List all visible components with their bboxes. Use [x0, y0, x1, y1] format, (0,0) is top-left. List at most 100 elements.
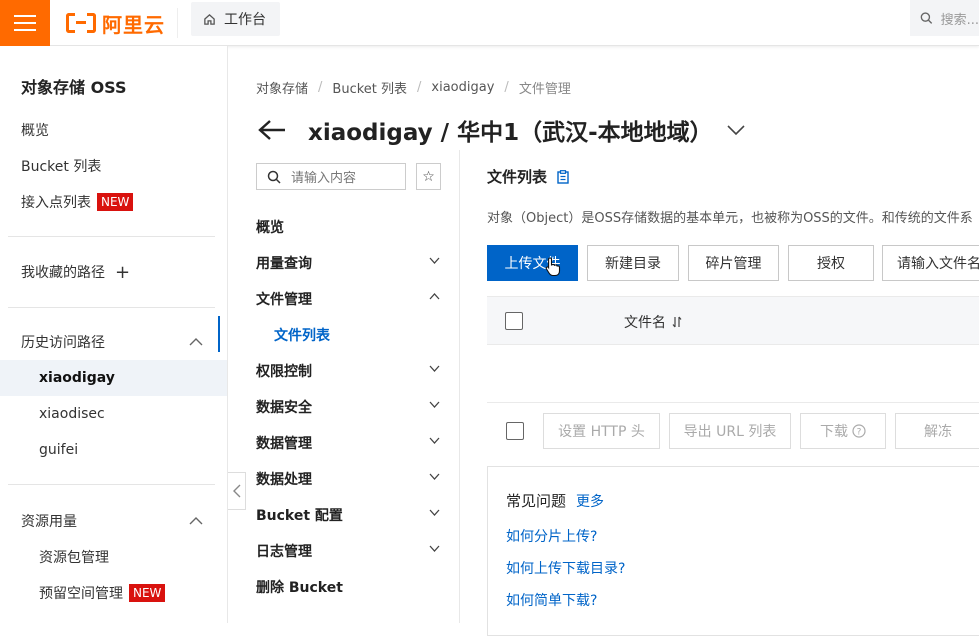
subnav-item-label: 数据安全 — [256, 400, 312, 416]
subnav-item-label: 删除 Bucket — [256, 580, 343, 596]
file-table-header: 文件名 — [487, 296, 979, 345]
resource-item-label: 资源包管理 — [39, 550, 109, 566]
breadcrumb-separator: / — [417, 80, 422, 95]
breadcrumb-item[interactable]: 对象存储 — [256, 78, 308, 97]
breadcrumb-separator: / — [504, 80, 509, 95]
subnav-item[interactable]: 删除 Bucket — [256, 572, 450, 602]
hamburger-menu-button[interactable] — [0, 0, 50, 46]
history-item-guifei[interactable]: guifei — [0, 432, 227, 468]
workbench-button[interactable]: 工作台 — [191, 2, 280, 36]
export-url-list-button[interactable]: 导出 URL 列表 — [669, 413, 791, 449]
sidebar-item-favorites[interactable]: 我收藏的路径 + — [0, 254, 227, 290]
subnav-item-label: Bucket 配置 — [256, 508, 343, 524]
new-badge: NEW — [129, 584, 166, 602]
faq-more-link[interactable]: 更多 — [576, 491, 604, 511]
subnav-item-label: 用量查询 — [256, 256, 312, 272]
global-search-input[interactable]: 搜索... — [910, 0, 979, 36]
page-header: xiaodigay / 华中1（武汉-本地地域） — [258, 113, 745, 147]
sort-icon[interactable] — [672, 316, 682, 328]
sidebar-item-label: 我收藏的路径 — [21, 265, 105, 281]
bulk-select-checkbox[interactable] — [506, 422, 524, 440]
chevron-down-icon — [429, 509, 440, 516]
sidebar-item-label: 概览 — [21, 123, 49, 139]
history-item-label: xiaodisec — [39, 406, 105, 422]
document-icon[interactable] — [557, 169, 569, 184]
fragment-management-button[interactable]: 碎片管理 — [688, 245, 779, 281]
subnav-item[interactable]: 概览 — [256, 212, 450, 242]
faq-link[interactable]: 如何简单下载? — [506, 590, 597, 610]
section-title: 文件列表 — [487, 168, 548, 186]
subnav-item[interactable]: 数据管理 — [256, 428, 450, 458]
divider — [177, 8, 178, 38]
resource-item-package[interactable]: 资源包管理 — [0, 539, 227, 575]
help-circle-icon[interactable]: ? — [852, 424, 866, 438]
svg-text:?: ? — [857, 428, 862, 438]
sidebar-title: 对象存储 OSS — [21, 78, 127, 97]
plus-icon[interactable]: + — [115, 262, 130, 283]
hand-cursor-icon — [545, 257, 561, 277]
aliyun-logo[interactable]: 阿里云 — [66, 8, 165, 38]
subnav-item-label: 权限控制 — [256, 364, 312, 380]
subnav-item[interactable]: 用量查询 — [256, 248, 450, 278]
breadcrumb-item-current: 文件管理 — [518, 82, 571, 97]
faq-title: 常见问题 — [506, 492, 567, 510]
subnav-item-label: 数据处理 — [256, 472, 312, 488]
breadcrumb-separator: / — [318, 80, 323, 95]
divider — [8, 236, 215, 237]
sidebar-item-label: Bucket 列表 — [21, 159, 102, 175]
faq-link[interactable]: 如何上传下载目录? — [506, 558, 625, 578]
subnav-item[interactable]: 权限控制 — [256, 356, 450, 386]
set-http-header-button[interactable]: 设置 HTTP 头 — [543, 413, 660, 449]
sidebar-item-bucket-list[interactable]: Bucket 列表 — [0, 148, 227, 184]
subnav-item[interactable]: 数据处理 — [256, 464, 450, 494]
chevron-down-icon — [429, 257, 440, 264]
back-arrow-icon[interactable] — [258, 119, 286, 141]
history-item-xiaodigay[interactable]: xiaodigay — [0, 360, 227, 396]
subnav-search-placeholder: 请输入内容 — [291, 171, 357, 186]
new-directory-button[interactable]: 新建目录 — [587, 245, 679, 281]
sidebar-section-history[interactable]: 历史访问路径 — [0, 324, 227, 360]
unfreeze-button[interactable]: 解冻 — [895, 413, 979, 449]
sidebar-section-resources[interactable]: 资源用量 — [0, 503, 227, 539]
subnav-search-input[interactable]: 请输入内容 — [256, 163, 406, 190]
subnav-item-label: 文件管理 — [256, 292, 312, 308]
resource-item-reserved-space[interactable]: 预留空间管理 NEW — [0, 575, 227, 611]
sidebar-item-overview[interactable]: 概览 — [0, 112, 227, 148]
chevron-down-icon — [429, 473, 440, 480]
chevron-down-icon — [429, 401, 440, 408]
upload-file-button[interactable]: 上传文件 — [487, 245, 578, 281]
download-button[interactable]: 下载 ? — [800, 413, 886, 449]
page-title: xiaodigay / 华中1（武汉-本地地域） — [308, 120, 713, 146]
faq-link[interactable]: 如何分片上传? — [506, 526, 597, 546]
menu-line — [14, 29, 36, 31]
history-item-xiaodisec[interactable]: xiaodisec — [0, 396, 227, 432]
favorite-star-button[interactable]: ☆ — [416, 163, 441, 190]
chevron-up-icon — [189, 338, 203, 346]
subnav-item-label: 文件列表 — [274, 328, 330, 344]
sidebar-section-label: 历史访问路径 — [21, 335, 105, 351]
active-indicator — [218, 316, 220, 352]
subnav-item[interactable]: 文件列表 — [274, 320, 450, 350]
filename-search-placeholder: 请输入文件名 — [897, 256, 979, 272]
breadcrumb-item[interactable]: xiaodigay — [431, 80, 494, 95]
star-icon: ☆ — [422, 168, 435, 185]
subnav-item[interactable]: 日志管理 — [256, 536, 450, 566]
filename-search-input[interactable]: 请输入文件名 — [882, 245, 979, 281]
column-header-filename[interactable]: 文件名 — [624, 312, 682, 332]
select-all-checkbox[interactable] — [505, 312, 523, 330]
subnav-item[interactable]: 文件管理 — [256, 284, 450, 314]
subnav-item-label: 日志管理 — [256, 544, 312, 560]
new-badge: NEW — [97, 193, 134, 211]
sidebar-item-access-points[interactable]: 接入点列表 NEW — [0, 184, 227, 220]
subnav-item[interactable]: 数据安全 — [256, 392, 450, 422]
subnav-item[interactable]: Bucket 配置 — [256, 500, 450, 530]
menu-line — [14, 15, 36, 17]
chevron-down-icon[interactable] — [727, 124, 745, 136]
breadcrumb-item[interactable]: Bucket 列表 — [332, 78, 407, 97]
chevron-down-icon — [429, 365, 440, 372]
home-icon — [204, 13, 215, 25]
top-bar: 阿里云 工作台 搜索... — [0, 0, 979, 46]
workbench-label: 工作台 — [224, 12, 266, 28]
authorize-button[interactable]: 授权 — [788, 245, 874, 281]
subnav-item-label: 数据管理 — [256, 436, 312, 452]
